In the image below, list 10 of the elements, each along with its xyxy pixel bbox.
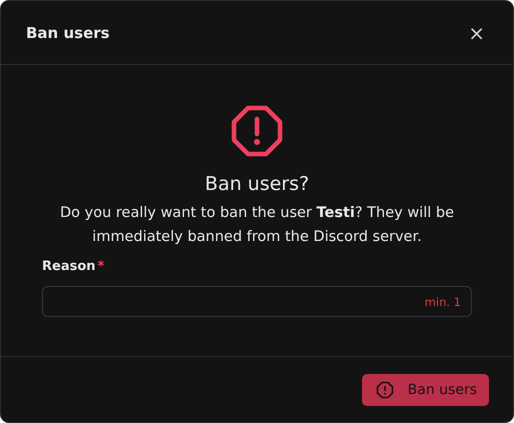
confirmation-message: Do you really want to ban the user Testi? They will be immediately banned from the Discord server.	[58, 204, 456, 247]
reason-field[interactable]: min. 1	[42, 286, 472, 317]
dialog-title: Ban users	[26, 24, 110, 42]
warning-icon	[376, 380, 394, 398]
warning-icon	[231, 105, 283, 157]
field-label: Reason	[42, 259, 96, 274]
field-hint: min. 1	[424, 294, 461, 308]
required-mark: *	[98, 259, 104, 274]
dialog-heading: Ban users?	[204, 173, 310, 195]
close-button[interactable]: ×	[464, 22, 489, 42]
